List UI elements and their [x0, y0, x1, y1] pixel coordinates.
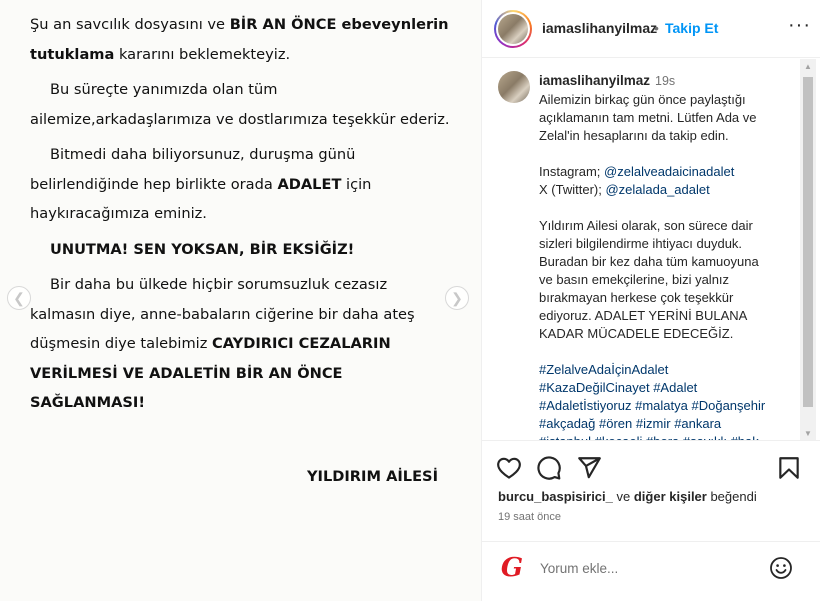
- comments-scrollbar[interactable]: ▲ ▼: [800, 59, 816, 440]
- caption-line: sizleri bilgilendirme ihtiyacı duyduk.: [539, 236, 743, 251]
- emoji-icon[interactable]: [769, 556, 793, 580]
- caption-line: X (Twitter); @zelalada_adalet: [539, 181, 794, 199]
- caption-line: KADAR MÜCADELE EDECEĞİZ.: [539, 326, 734, 341]
- caption-username[interactable]: iamaslihanyilmaz: [539, 73, 650, 88]
- chevron-left-icon: ❮: [13, 289, 25, 306]
- caption-line: #KazaDeğilCinayet #Adalet: [539, 379, 794, 397]
- caption-line: [539, 343, 794, 361]
- caption-line: ediyoruz. ADALET YERİNİ BULANA: [539, 308, 748, 323]
- caption-line: [539, 145, 794, 163]
- caption-line: #akçadağ #ören #izmir #ankara: [539, 415, 794, 433]
- other-likers-link[interactable]: diğer kişiler: [634, 489, 707, 504]
- caption-link[interactable]: #Doğanşehir: [692, 398, 766, 413]
- likes-summary: burcu_baspisirici_ ve diğer kişiler beğe…: [498, 489, 757, 504]
- scroll-up-arrow-icon[interactable]: ▲: [800, 59, 816, 73]
- image-paragraph: UNUTMA! SEN YOKSAN, BİR EKSİĞİZ!: [30, 235, 450, 265]
- previous-image-button[interactable]: ❮: [7, 286, 31, 310]
- follow-button[interactable]: Takip Et: [665, 20, 718, 36]
- liker-username[interactable]: burcu_baspisirici_: [498, 489, 613, 504]
- image-text-run: UNUTMA! SEN YOKSAN, BİR EKSİĞİZ!: [50, 240, 355, 258]
- caption-avatar[interactable]: [498, 71, 530, 103]
- caption-line: #Adaletİstiyoruz #malatya #Doğanşehir: [539, 397, 794, 415]
- caption-link[interactable]: #Adalet: [653, 380, 697, 395]
- caption-line: bırakmayan herkese çok teşekkür: [539, 290, 734, 305]
- caption-line: Instagram; @zelalveadaicinadalet: [539, 163, 794, 181]
- caption-link[interactable]: #ZelalveAdaİçinAdalet: [539, 362, 668, 377]
- image-paragraph: Şu an savcılık dosyasını ve BİR AN ÖNCE …: [30, 10, 450, 69]
- comment-input[interactable]: [540, 558, 760, 578]
- caption-text: Ailemizin birkaç gün önce paylaştığı açık…: [539, 91, 794, 440]
- image-text-run: Bu süreçte yanımızda olan tüm ailemize,a…: [30, 81, 450, 128]
- caption-text-run: Instagram;: [539, 164, 605, 179]
- scroll-down-arrow-icon[interactable]: ▼: [800, 426, 816, 440]
- image-paragraph: Bu süreçte yanımızda olan tüm ailemize,a…: [30, 75, 450, 134]
- post-timestamp[interactable]: 19 saat önce: [498, 511, 561, 523]
- avatar[interactable]: [494, 10, 532, 48]
- caption-link[interactable]: #izmir: [636, 416, 671, 431]
- image-text-run: kararını beklemekteyiz.: [114, 45, 291, 63]
- comment-bar: G: [482, 541, 820, 602]
- separator-dot: •: [654, 20, 659, 36]
- caption-line: ve basın emekçilerine, bizi yalnız: [539, 272, 730, 287]
- chevron-right-icon: ❯: [451, 289, 463, 306]
- caption-line: açıklamanın tam metni. Lütfen Ada ve: [539, 110, 757, 125]
- caption-link[interactable]: @zelalveadaicinadalet: [604, 164, 734, 179]
- caption-time: 19s: [655, 74, 676, 88]
- caption-line: Ailemizin birkaç gün önce paylaştığı: [539, 92, 746, 107]
- caption-line: Yıldırım Ailesi olarak, son sürece dair: [539, 218, 753, 233]
- like-heart-icon[interactable]: [496, 455, 522, 481]
- image-paragraph: Bir daha bu ülkede hiçbir sorumsuzluk ce…: [30, 270, 450, 418]
- caption-link[interactable]: #akçadağ: [539, 416, 595, 431]
- post-image-text: Şu an savcılık dosyasını ve BİR AN ÖNCE …: [30, 10, 450, 491]
- next-image-button[interactable]: ❯: [445, 286, 469, 310]
- share-send-icon[interactable]: [576, 455, 602, 481]
- caption-line: #ZelalveAdaİçinAdalet: [539, 361, 794, 379]
- comments-section[interactable]: iamaslihanyilmaz 19s Ailemizin birkaç gü…: [482, 59, 820, 440]
- caption-line: [539, 199, 794, 217]
- action-bar: burcu_baspisirici_ ve diğer kişiler beğe…: [482, 440, 820, 601]
- caption-line: Buradan bir kez daha tüm kamuoyuna: [539, 254, 759, 269]
- post-dialog: Şu an savcılık dosyasını ve BİR AN ÖNCE …: [0, 0, 820, 601]
- image-paragraph: Bitmedi daha biliyorsunuz, duruşma günü …: [30, 140, 450, 229]
- image-text-run: ADALET: [277, 175, 342, 193]
- post-header: iamaslihanyilmaz • Takip Et ···: [482, 0, 820, 58]
- image-signature: YILDIRIM AİLESİ: [306, 467, 438, 485]
- scroll-thumb[interactable]: [803, 77, 813, 407]
- caption-link[interactable]: @zelalada_adalet: [605, 182, 709, 197]
- commenter-avatar-logo[interactable]: G: [498, 553, 526, 583]
- avatar-image: [498, 14, 528, 44]
- caption-line: Zelal'in hesaplarını da takip edin.: [539, 128, 729, 143]
- image-text-run: Şu an savcılık dosyasını ve: [30, 16, 230, 33]
- comment-bubble-icon[interactable]: [536, 455, 562, 481]
- more-options-icon[interactable]: ···: [788, 14, 811, 37]
- post-details-panel: iamaslihanyilmaz • Takip Et ··· iamaslih…: [481, 0, 820, 601]
- caption-text-run: X (Twitter);: [539, 182, 606, 197]
- caption-link[interactable]: #ankara: [674, 416, 721, 431]
- caption-link[interactable]: #Adaletİstiyoruz: [539, 398, 632, 413]
- caption-link[interactable]: #KazaDeğilCinayet: [539, 380, 650, 395]
- caption-link[interactable]: #malatya: [635, 398, 688, 413]
- post-image: Şu an savcılık dosyasını ve BİR AN ÖNCE …: [0, 0, 481, 601]
- caption-line: #istanbul #kocaeli #bora #sayıklı #hak: [539, 433, 794, 440]
- author-username[interactable]: iamaslihanyilmaz: [542, 20, 657, 36]
- caption-link[interactable]: #ören: [599, 416, 632, 431]
- save-bookmark-icon[interactable]: [776, 455, 802, 481]
